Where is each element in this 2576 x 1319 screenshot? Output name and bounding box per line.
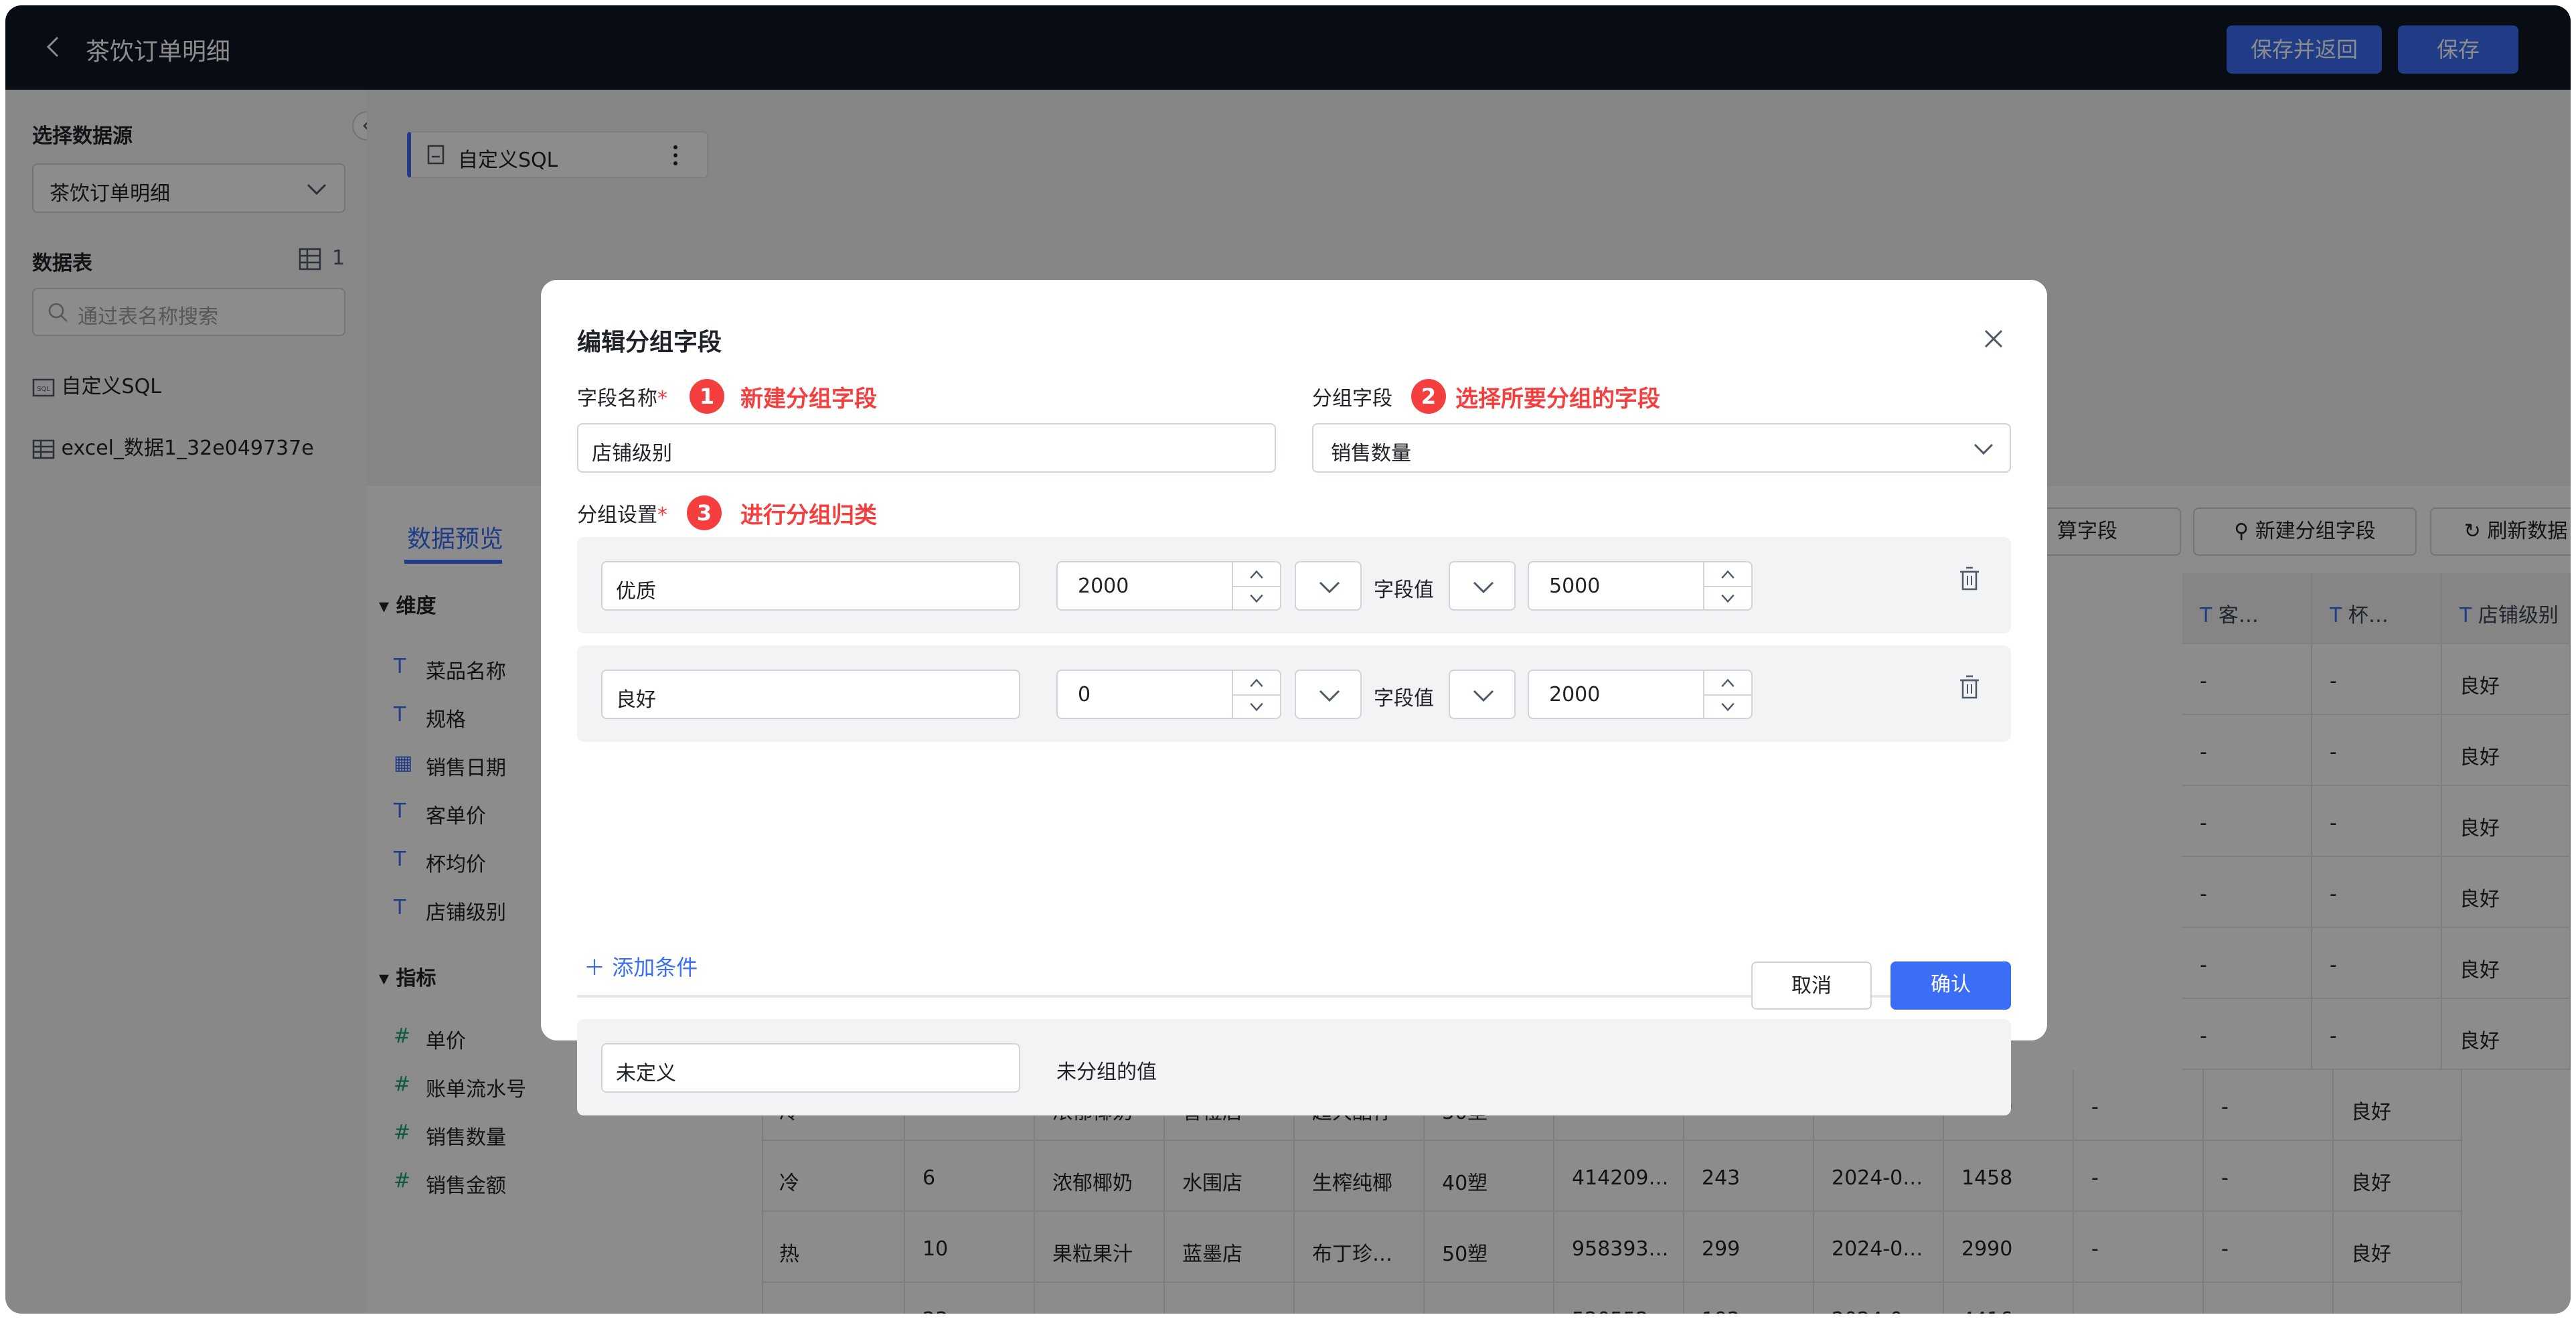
stepper-controls [1232,562,1280,609]
field-name-label-text: 字段名称 [577,387,657,410]
group-name-value: 优质 [616,580,656,603]
annotation-text: 新建分组字段 [740,386,877,412]
undefined-name-value: 未定义 [616,1062,676,1085]
chevron-down-icon [1974,443,1994,455]
field-value-label: 字段值 [1374,687,1434,710]
max-value: 2000 [1549,683,1601,706]
group-setting-label-text: 分组设置 [577,503,657,527]
undefined-desc: 未分组的值 [1056,1061,1157,1084]
group-condition-row: 优质 2000 字段值 5000 [577,537,2011,633]
field-name-input[interactable]: 店铺级别 [577,423,1276,473]
undefined-row: 未定义 未分组的值 [577,1019,2011,1115]
lower-operator-select[interactable] [1295,561,1362,611]
chevron-down-icon[interactable] [1233,694,1280,719]
add-condition-button[interactable]: ＋ 添加条件 [584,951,698,982]
annotation-badge: 3 [687,495,722,530]
chevron-down-icon [1473,581,1494,594]
min-value-stepper[interactable]: 2000 [1056,561,1281,611]
annotation-text: 选择所要分组的字段 [1455,386,1660,412]
group-setting-label: 分组设置* [577,503,667,527]
delete-icon[interactable] [1957,674,1982,700]
group-field-value: 销售数量 [1331,442,1411,465]
group-name-input[interactable]: 优质 [601,561,1020,611]
min-value-stepper[interactable]: 0 [1056,670,1281,719]
cancel-button[interactable]: 取消 [1751,961,1872,1010]
stepper-controls [1703,671,1751,718]
chevron-down-icon[interactable] [1233,586,1280,611]
add-condition-label: 添加条件 [612,955,698,980]
annotation-badge: 1 [690,379,724,414]
group-field-label: 分组字段 [1312,387,1392,410]
chevron-down-icon [1473,690,1494,702]
upper-operator-select[interactable] [1449,670,1516,719]
field-name-value: 店铺级别 [592,442,672,465]
chevron-up-icon[interactable] [1233,562,1280,586]
edit-group-field-dialog: 编辑分组字段 字段名称* 1 新建分组字段 店铺级别 分组字段 2 选择所要分组… [541,280,2047,1115]
annotation-text: 进行分组归类 [740,502,877,529]
chevron-down-icon [1319,690,1340,702]
field-name-label: 字段名称* [577,387,667,410]
stepper-controls [1703,562,1751,609]
lower-operator-select[interactable] [1295,670,1362,719]
chevron-up-icon[interactable] [1704,671,1751,694]
max-value: 5000 [1549,574,1601,598]
annotation-badge: 2 [1411,379,1446,414]
chevron-down-icon[interactable] [1704,586,1751,611]
max-value-stepper[interactable]: 5000 [1528,561,1753,611]
app-window: 茶饮订单明细 保存并返回 保存 选择数据源 茶饮订单明细 数据表 1 通过表名称… [5,5,2571,1314]
group-condition-row: 良好 0 字段值 2000 [577,645,2011,742]
close-icon[interactable] [1980,325,2007,352]
chevron-up-icon[interactable] [1704,562,1751,586]
chevron-down-icon [1319,581,1340,594]
min-value: 0 [1078,683,1091,706]
min-value: 2000 [1078,574,1129,598]
upper-operator-select[interactable] [1449,561,1516,611]
undefined-name-input[interactable]: 未定义 [601,1043,1020,1093]
dialog-title: 编辑分组字段 [577,329,722,356]
group-field-select[interactable]: 销售数量 [1312,423,2011,473]
group-name-input[interactable]: 良好 [601,670,1020,719]
field-value-label: 字段值 [1374,578,1434,602]
stepper-controls [1232,671,1280,718]
chevron-down-icon[interactable] [1704,694,1751,719]
max-value-stepper[interactable]: 2000 [1528,670,1753,719]
plus-icon: ＋ [584,955,606,980]
delete-icon[interactable] [1957,565,1982,592]
chevron-up-icon[interactable] [1233,671,1280,694]
group-name-value: 良好 [616,688,656,712]
confirm-button[interactable]: 确认 [1890,961,2011,1010]
